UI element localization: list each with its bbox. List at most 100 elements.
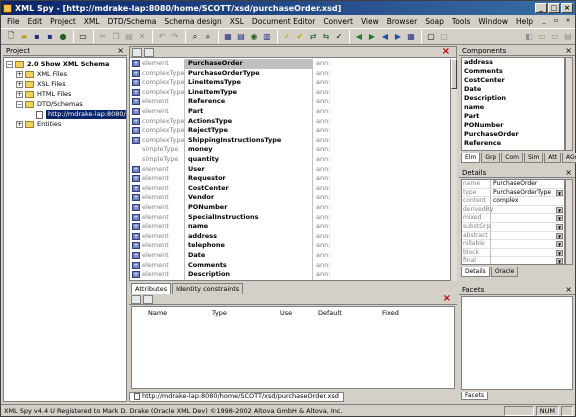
delete-icon[interactable]: ✕ [136,31,148,43]
component-name[interactable]: LineItemType [185,87,313,98]
component-name[interactable]: ActionsType [185,116,313,127]
expand-icon[interactable]: + [132,252,140,259]
component-annotation[interactable]: ann: [314,165,450,175]
menu-help[interactable]: Help [512,17,537,26]
component-annotation[interactable]: ann: [314,126,450,136]
expand-icon[interactable]: + [132,127,140,135]
expand-icon[interactable]: + [132,232,140,240]
component-annotation[interactable]: ann: [314,117,450,127]
component-annotation[interactable]: ann: [314,222,450,232]
schema-row[interactable]: + element CostCenter ann: [132,183,450,194]
component-list-item[interactable]: Reference [462,139,564,148]
check-wellformed-icon[interactable]: ✔ [294,31,306,43]
menu-xsl[interactable]: XSL [226,17,248,26]
details-value[interactable]: PurchaseOrderType [493,189,564,197]
schema-row[interactable]: + element Description ann: [132,270,450,280]
component-name[interactable]: PurchaseOrderType [185,68,313,79]
component-annotation[interactable]: ann: [314,261,450,271]
close-icon[interactable]: × [565,285,572,295]
menu-file[interactable]: File [3,17,24,26]
component-name[interactable]: ShippingInstructionsType [185,135,313,146]
mdi-restore-button[interactable]: ▫ [551,16,561,25]
schema-row[interactable]: simpleType quantity ann: [132,155,450,165]
schema-row[interactable]: simpleType money ann: [132,145,450,155]
tab-details[interactable]: Details [461,267,490,277]
component-annotation[interactable]: ann: [314,270,450,280]
open-file-icon[interactable]: ▰ [18,31,30,43]
tab-component-sim[interactable]: Sim [523,153,544,163]
schema-row[interactable]: + element Date ann: [132,251,450,261]
right-tool-2-icon[interactable]: ▭ [536,31,548,43]
tab-attributes[interactable]: Attributes [131,283,172,294]
component-annotation[interactable]: ann: [314,232,450,242]
schema-row[interactable]: + element telephone ann: [132,241,450,251]
print-icon[interactable]: ▭ [77,31,89,43]
xsl-transform-icon[interactable]: ⇄ [307,31,319,43]
right-tool-1-icon[interactable]: ◧ [523,31,535,43]
close-icon[interactable]: × [117,46,124,56]
menu-soap[interactable]: Soap [421,17,448,26]
component-name[interactable]: name [185,222,313,232]
copy-icon[interactable]: ❐ [110,31,122,43]
schema-row[interactable]: + element Part ann: [132,107,450,117]
tree-node-schema-file[interactable]: http://mdrake-lap:8080/home [36,110,126,119]
menu-convert[interactable]: Convert [319,17,357,26]
component-list-item[interactable]: Comments [462,67,564,76]
menu-project[interactable]: Project [46,17,80,26]
find-icon[interactable]: ⌕ [189,31,201,43]
add-attribute-icon[interactable] [131,295,141,304]
component-list-item[interactable]: PONumber [462,121,564,130]
arrow-left-green-icon[interactable]: ◀ [353,31,365,43]
expand-icon[interactable]: + [132,98,140,106]
menu-browser[interactable]: Browser [383,17,421,26]
right-tool-3-icon[interactable]: ▭ [549,31,561,43]
component-name[interactable]: Comments [185,260,313,271]
component-list-item[interactable]: Part [462,112,564,121]
dropdown-arrow-icon[interactable]: ▼ [556,223,563,230]
grid-view-icon[interactable]: ▦ [222,31,234,43]
expand-icon[interactable]: + [16,121,23,128]
expand-icon[interactable]: + [132,108,140,115]
details-value[interactable]: PurchaseOrder [493,180,564,188]
expand-icon[interactable]: + [132,117,140,125]
component-annotation[interactable]: ann: [314,145,450,155]
arrow-right-blue-icon[interactable]: ▶ [392,31,404,43]
schema-overview-icon[interactable] [132,48,142,57]
component-name[interactable]: quantity [185,155,313,165]
menu-view[interactable]: View [357,17,383,26]
column-header-type[interactable]: Type [212,309,227,317]
undo-icon[interactable]: ↶ [156,31,168,43]
schema-row[interactable]: + complexType PurchaseOrderType ann: [132,68,450,79]
schema-row[interactable]: + element Requestor ann: [132,174,450,184]
component-name[interactable]: SpecialInstructions [185,212,313,223]
close-icon[interactable]: × [443,293,451,304]
tree-node-xml-files[interactable]: + XML Files [16,70,67,79]
tab-component-grp[interactable]: Grp [481,153,501,163]
expand-icon[interactable]: + [132,175,140,183]
tab-component-elm[interactable]: Elm [461,153,481,163]
component-name[interactable]: PurchaseOrder [185,59,313,69]
component-annotation[interactable]: ann: [314,59,450,69]
expand-icon[interactable]: + [132,88,140,96]
maximize-button[interactable]: □ [548,3,560,13]
schema-row[interactable]: + element Reference ann: [132,97,450,107]
component-annotation[interactable]: ann: [314,203,450,213]
details-value[interactable]: complex [493,197,564,205]
enhanced-grid-icon[interactable]: ▥ [261,31,273,43]
component-list-item[interactable]: Date [462,85,564,94]
column-header-use[interactable]: Use [280,309,292,317]
component-annotation[interactable]: ann: [314,193,450,203]
component-name[interactable]: Vendor [185,193,313,203]
component-name[interactable]: Requestor [185,174,313,184]
tree-node-html-files[interactable]: + HTML Files [16,90,71,99]
expand-icon[interactable]: + [132,79,140,87]
component-name[interactable]: telephone [185,241,313,251]
schema-row[interactable]: + element name ann: [132,222,450,232]
schema-row[interactable]: + element address ann: [132,231,450,242]
text-view-icon[interactable]: ▤ [235,31,247,43]
arrow-right-green-icon[interactable]: ▶ [366,31,378,43]
dropdown-arrow-icon[interactable]: ▼ [556,241,563,248]
tab-component-att[interactable]: Att [544,153,562,163]
menu-document-editor[interactable]: Document Editor [248,17,319,26]
expand-icon[interactable]: + [132,60,140,67]
